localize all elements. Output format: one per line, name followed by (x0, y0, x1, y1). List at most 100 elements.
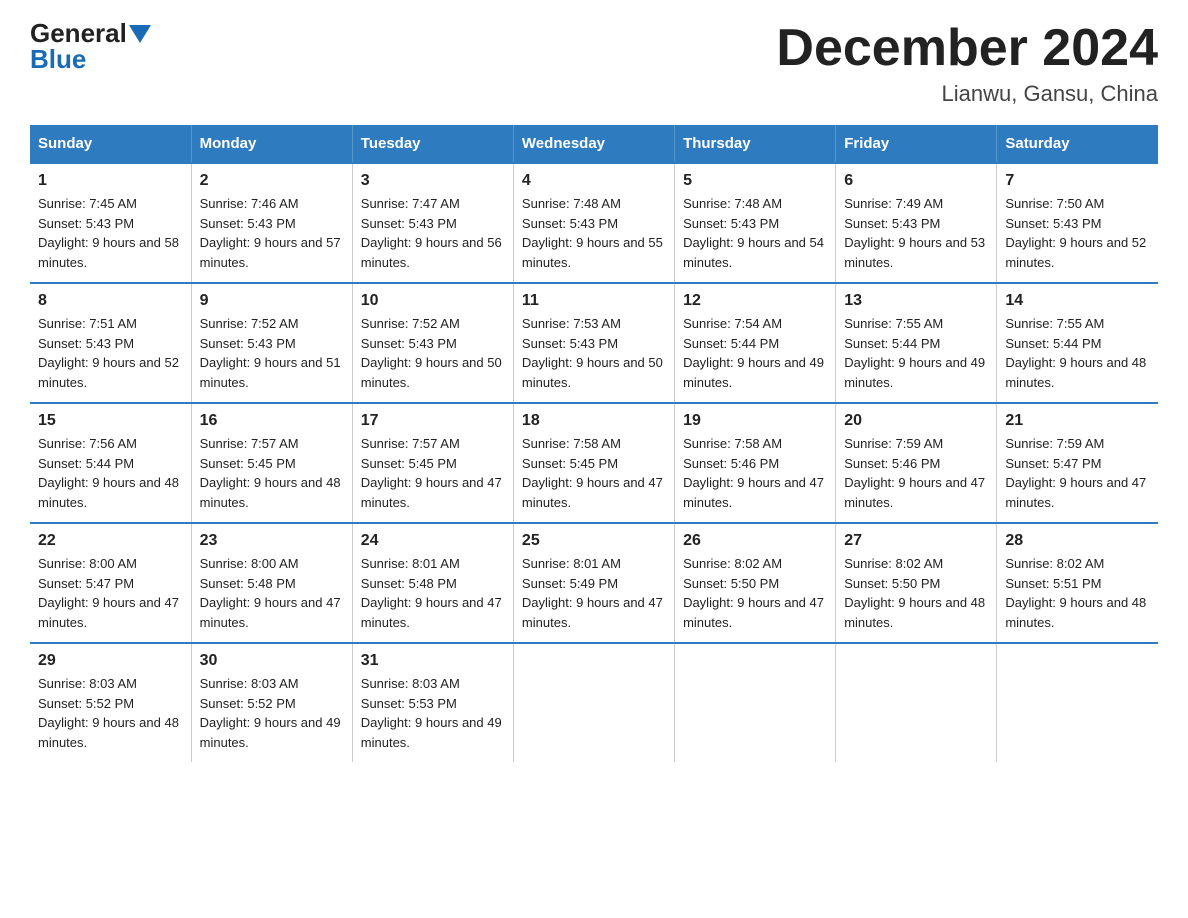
day-number: 19 (683, 412, 827, 430)
day-number: 25 (522, 532, 666, 550)
day-number: 16 (200, 412, 344, 430)
day-info: Sunrise: 7:46 AMSunset: 5:43 PMDaylight:… (200, 196, 341, 270)
day-number: 10 (361, 292, 505, 310)
title-block: December 2024 Lianwu, Gansu, China (776, 20, 1158, 107)
page-header: General Blue December 2024 Lianwu, Gansu… (30, 20, 1158, 107)
day-number: 21 (1005, 412, 1150, 430)
day-number: 23 (200, 532, 344, 550)
calendar-day-cell: 6 Sunrise: 7:49 AMSunset: 5:43 PMDayligh… (836, 163, 997, 283)
day-number: 29 (38, 652, 183, 670)
day-number: 8 (38, 292, 183, 310)
day-info: Sunrise: 7:47 AMSunset: 5:43 PMDaylight:… (361, 196, 502, 270)
calendar-day-cell: 30 Sunrise: 8:03 AMSunset: 5:52 PMDaylig… (191, 643, 352, 762)
header-thursday: Thursday (675, 125, 836, 163)
calendar-day-cell: 5 Sunrise: 7:48 AMSunset: 5:43 PMDayligh… (675, 163, 836, 283)
header-sunday: Sunday (30, 125, 191, 163)
day-number: 20 (844, 412, 988, 430)
day-number: 3 (361, 172, 505, 190)
day-info: Sunrise: 7:57 AMSunset: 5:45 PMDaylight:… (361, 436, 502, 510)
day-number: 1 (38, 172, 183, 190)
calendar-day-cell: 23 Sunrise: 8:00 AMSunset: 5:48 PMDaylig… (191, 523, 352, 643)
calendar-header-row: Sunday Monday Tuesday Wednesday Thursday… (30, 125, 1158, 163)
day-info: Sunrise: 7:52 AMSunset: 5:43 PMDaylight:… (200, 316, 341, 390)
calendar-day-cell: 9 Sunrise: 7:52 AMSunset: 5:43 PMDayligh… (191, 283, 352, 403)
day-info: Sunrise: 7:58 AMSunset: 5:46 PMDaylight:… (683, 436, 824, 510)
day-number: 9 (200, 292, 344, 310)
page-subtitle: Lianwu, Gansu, China (776, 81, 1158, 107)
day-info: Sunrise: 8:03 AMSunset: 5:52 PMDaylight:… (38, 676, 179, 750)
day-info: Sunrise: 8:02 AMSunset: 5:50 PMDaylight:… (844, 556, 985, 630)
calendar-day-cell: 26 Sunrise: 8:02 AMSunset: 5:50 PMDaylig… (675, 523, 836, 643)
calendar-week-row: 22 Sunrise: 8:00 AMSunset: 5:47 PMDaylig… (30, 523, 1158, 643)
calendar-day-cell: 11 Sunrise: 7:53 AMSunset: 5:43 PMDaylig… (513, 283, 674, 403)
calendar-week-row: 1 Sunrise: 7:45 AMSunset: 5:43 PMDayligh… (30, 163, 1158, 283)
day-number: 30 (200, 652, 344, 670)
calendar-day-cell: 14 Sunrise: 7:55 AMSunset: 5:44 PMDaylig… (997, 283, 1158, 403)
day-info: Sunrise: 7:54 AMSunset: 5:44 PMDaylight:… (683, 316, 824, 390)
day-number: 2 (200, 172, 344, 190)
day-number: 7 (1005, 172, 1150, 190)
day-info: Sunrise: 7:57 AMSunset: 5:45 PMDaylight:… (200, 436, 341, 510)
header-saturday: Saturday (997, 125, 1158, 163)
day-info: Sunrise: 8:02 AMSunset: 5:50 PMDaylight:… (683, 556, 824, 630)
calendar-day-cell: 20 Sunrise: 7:59 AMSunset: 5:46 PMDaylig… (836, 403, 997, 523)
logo-general-text: General (30, 20, 127, 46)
calendar-day-cell (997, 643, 1158, 762)
day-info: Sunrise: 8:01 AMSunset: 5:49 PMDaylight:… (522, 556, 663, 630)
day-number: 17 (361, 412, 505, 430)
day-number: 28 (1005, 532, 1150, 550)
day-info: Sunrise: 7:59 AMSunset: 5:47 PMDaylight:… (1005, 436, 1146, 510)
calendar-day-cell: 17 Sunrise: 7:57 AMSunset: 5:45 PMDaylig… (352, 403, 513, 523)
calendar-day-cell: 22 Sunrise: 8:00 AMSunset: 5:47 PMDaylig… (30, 523, 191, 643)
day-number: 31 (361, 652, 505, 670)
day-info: Sunrise: 7:48 AMSunset: 5:43 PMDaylight:… (522, 196, 663, 270)
day-info: Sunrise: 7:49 AMSunset: 5:43 PMDaylight:… (844, 196, 985, 270)
calendar-week-row: 15 Sunrise: 7:56 AMSunset: 5:44 PMDaylig… (30, 403, 1158, 523)
day-number: 22 (38, 532, 183, 550)
header-wednesday: Wednesday (513, 125, 674, 163)
calendar-day-cell: 27 Sunrise: 8:02 AMSunset: 5:50 PMDaylig… (836, 523, 997, 643)
day-number: 26 (683, 532, 827, 550)
calendar-day-cell: 29 Sunrise: 8:03 AMSunset: 5:52 PMDaylig… (30, 643, 191, 762)
day-info: Sunrise: 8:01 AMSunset: 5:48 PMDaylight:… (361, 556, 502, 630)
day-info: Sunrise: 7:55 AMSunset: 5:44 PMDaylight:… (1005, 316, 1146, 390)
calendar-day-cell: 24 Sunrise: 8:01 AMSunset: 5:48 PMDaylig… (352, 523, 513, 643)
day-info: Sunrise: 8:00 AMSunset: 5:48 PMDaylight:… (200, 556, 341, 630)
day-number: 14 (1005, 292, 1150, 310)
day-info: Sunrise: 7:52 AMSunset: 5:43 PMDaylight:… (361, 316, 502, 390)
calendar-day-cell: 2 Sunrise: 7:46 AMSunset: 5:43 PMDayligh… (191, 163, 352, 283)
day-info: Sunrise: 7:56 AMSunset: 5:44 PMDaylight:… (38, 436, 179, 510)
day-number: 5 (683, 172, 827, 190)
calendar-day-cell: 10 Sunrise: 7:52 AMSunset: 5:43 PMDaylig… (352, 283, 513, 403)
day-info: Sunrise: 7:53 AMSunset: 5:43 PMDaylight:… (522, 316, 663, 390)
day-number: 4 (522, 172, 666, 190)
logo: General Blue (30, 20, 151, 73)
day-info: Sunrise: 7:58 AMSunset: 5:45 PMDaylight:… (522, 436, 663, 510)
day-number: 13 (844, 292, 988, 310)
calendar-day-cell: 8 Sunrise: 7:51 AMSunset: 5:43 PMDayligh… (30, 283, 191, 403)
day-number: 15 (38, 412, 183, 430)
day-info: Sunrise: 7:48 AMSunset: 5:43 PMDaylight:… (683, 196, 824, 270)
day-info: Sunrise: 8:02 AMSunset: 5:51 PMDaylight:… (1005, 556, 1146, 630)
header-monday: Monday (191, 125, 352, 163)
day-info: Sunrise: 7:51 AMSunset: 5:43 PMDaylight:… (38, 316, 179, 390)
day-number: 6 (844, 172, 988, 190)
calendar-day-cell: 18 Sunrise: 7:58 AMSunset: 5:45 PMDaylig… (513, 403, 674, 523)
calendar-day-cell: 19 Sunrise: 7:58 AMSunset: 5:46 PMDaylig… (675, 403, 836, 523)
day-info: Sunrise: 7:45 AMSunset: 5:43 PMDaylight:… (38, 196, 179, 270)
calendar-day-cell: 16 Sunrise: 7:57 AMSunset: 5:45 PMDaylig… (191, 403, 352, 523)
day-info: Sunrise: 7:59 AMSunset: 5:46 PMDaylight:… (844, 436, 985, 510)
day-number: 24 (361, 532, 505, 550)
day-number: 12 (683, 292, 827, 310)
calendar-day-cell: 21 Sunrise: 7:59 AMSunset: 5:47 PMDaylig… (997, 403, 1158, 523)
calendar-day-cell: 3 Sunrise: 7:47 AMSunset: 5:43 PMDayligh… (352, 163, 513, 283)
calendar-day-cell: 7 Sunrise: 7:50 AMSunset: 5:43 PMDayligh… (997, 163, 1158, 283)
day-info: Sunrise: 7:50 AMSunset: 5:43 PMDaylight:… (1005, 196, 1146, 270)
calendar-day-cell: 28 Sunrise: 8:02 AMSunset: 5:51 PMDaylig… (997, 523, 1158, 643)
calendar-day-cell (675, 643, 836, 762)
calendar-day-cell: 1 Sunrise: 7:45 AMSunset: 5:43 PMDayligh… (30, 163, 191, 283)
logo-triangle-icon (129, 25, 151, 43)
day-number: 11 (522, 292, 666, 310)
calendar-table: Sunday Monday Tuesday Wednesday Thursday… (30, 125, 1158, 762)
calendar-day-cell (513, 643, 674, 762)
